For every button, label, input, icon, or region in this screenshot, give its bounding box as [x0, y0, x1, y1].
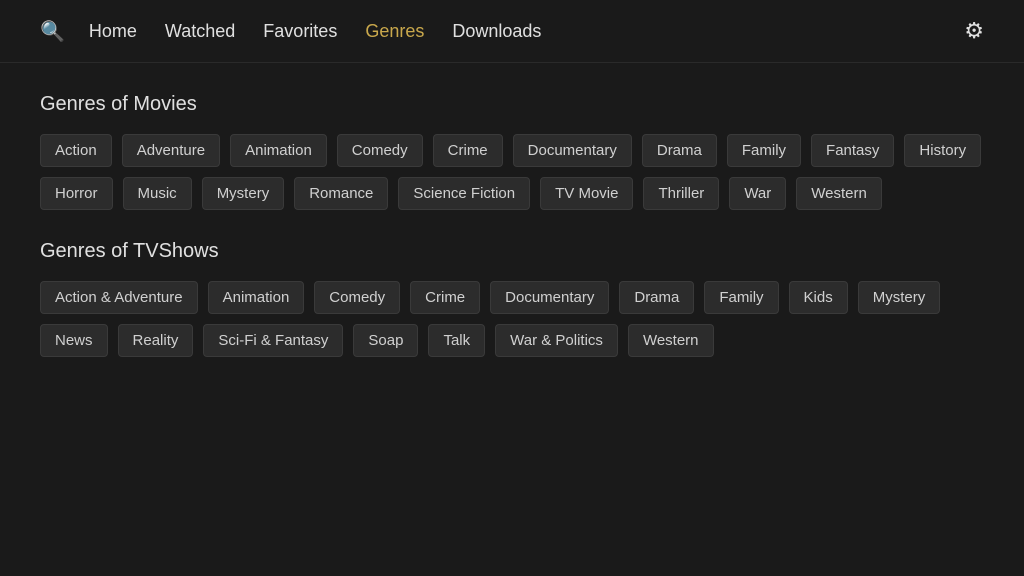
- genre-tag-tv-movie[interactable]: TV Movie: [540, 177, 633, 210]
- genre-tag-music[interactable]: Music: [123, 177, 192, 210]
- genre-tag-action-and-adventure[interactable]: Action & Adventure: [40, 281, 198, 314]
- genre-tags: Action Adventure Animation Comedy Crime Docum…: [40, 134, 984, 210]
- genre-tag-drama[interactable]: Drama: [619, 281, 694, 314]
- genre-tag-animation[interactable]: Animation: [208, 281, 305, 314]
- genre-tag-mystery[interactable]: Mystery: [858, 281, 941, 314]
- genre-tag-fantasy[interactable]: Fantasy: [811, 134, 894, 167]
- genre-tag-kids[interactable]: Kids: [789, 281, 848, 314]
- nav-item-watched[interactable]: Watched: [165, 21, 235, 42]
- navbar: 🔍 Home Watched Favorites Genres Downloads ⚙: [0, 0, 1024, 63]
- genre-tag-history[interactable]: History: [904, 134, 981, 167]
- genre-tag-war-and-politics[interactable]: War & Politics: [495, 324, 618, 357]
- genre-tag-drama[interactable]: Drama: [642, 134, 717, 167]
- genre-tag-documentary[interactable]: Documentary: [490, 281, 609, 314]
- genre-tag-comedy[interactable]: Comedy: [314, 281, 400, 314]
- nav-item-home[interactable]: Home: [89, 21, 137, 42]
- nav-items: Home Watched Favorites Genres Downloads: [89, 21, 964, 42]
- genre-tag-comedy[interactable]: Comedy: [337, 134, 423, 167]
- genre-tag-talk[interactable]: Talk: [428, 324, 485, 357]
- genre-tag-war[interactable]: War: [729, 177, 786, 210]
- genre-tags: Action & Adventure Animation Comedy Crime Do…: [40, 281, 984, 357]
- genre-tag-action[interactable]: Action: [40, 134, 112, 167]
- nav-item-genres[interactable]: Genres: [365, 21, 424, 42]
- search-icon[interactable]: 🔍: [40, 19, 65, 44]
- genre-tag-horror[interactable]: Horror: [40, 177, 113, 210]
- nav-item-favorites[interactable]: Favorites: [263, 21, 337, 42]
- genre-tag-crime[interactable]: Crime: [433, 134, 503, 167]
- genre-tag-thriller[interactable]: Thriller: [643, 177, 719, 210]
- genre-tag-crime[interactable]: Crime: [410, 281, 480, 314]
- genre-section: Genres of TVShows Action & Adventure Anima…: [40, 240, 984, 357]
- genre-tag-mystery[interactable]: Mystery: [202, 177, 285, 210]
- genre-tag-family[interactable]: Family: [704, 281, 778, 314]
- genre-tag-adventure[interactable]: Adventure: [122, 134, 220, 167]
- genre-tag-news[interactable]: News: [40, 324, 108, 357]
- settings-icon[interactable]: ⚙: [964, 18, 984, 44]
- genre-section: Genres of Movies Action Adventure Animation…: [40, 93, 984, 210]
- genre-tag-science-fiction[interactable]: Science Fiction: [398, 177, 530, 210]
- nav-item-downloads[interactable]: Downloads: [452, 21, 541, 42]
- genre-tag-soap[interactable]: Soap: [353, 324, 418, 357]
- section-title: Genres of TVShows: [40, 240, 984, 263]
- genre-tag-animation[interactable]: Animation: [230, 134, 327, 167]
- main-content: Genres of Movies Action Adventure Animation…: [0, 63, 1024, 417]
- genre-tag-family[interactable]: Family: [727, 134, 801, 167]
- genre-tag-sci-fi-and-fantasy[interactable]: Sci-Fi & Fantasy: [203, 324, 343, 357]
- genre-tag-western[interactable]: Western: [796, 177, 882, 210]
- genre-tag-reality[interactable]: Reality: [118, 324, 194, 357]
- genre-tag-romance[interactable]: Romance: [294, 177, 388, 210]
- genre-tag-documentary[interactable]: Documentary: [513, 134, 632, 167]
- section-title: Genres of Movies: [40, 93, 984, 116]
- genre-tag-western[interactable]: Western: [628, 324, 714, 357]
